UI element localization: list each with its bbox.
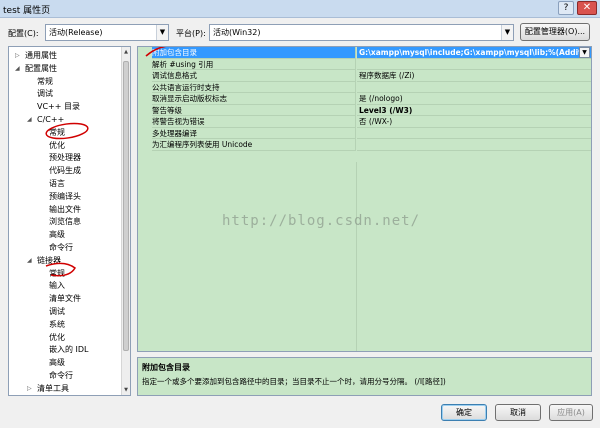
tree-item-label: 清单文件 (49, 294, 81, 304)
description-text: 指定一个或多个要添加到包含路径中的目录；当目录不止一个时，请用分号分隔。 (/I… (142, 377, 446, 386)
tree-item-label: 链接器 (37, 255, 61, 265)
tree-item-label: 嵌入的 IDL (49, 345, 89, 355)
config-manager-button[interactable]: 配置管理器(O)... (520, 23, 590, 41)
ok-button[interactable]: 确定 (441, 404, 487, 421)
property-value[interactable]: 否 (/WX-) (357, 116, 591, 128)
property-name: 取消显示启动版权标志 (152, 93, 356, 105)
property-value[interactable] (357, 139, 591, 151)
property-value[interactable] (357, 128, 591, 139)
property-value[interactable]: 程序数据库 (/Zi) (357, 70, 591, 82)
config-dropdown[interactable]: 活动(Release) ▼ (45, 24, 169, 41)
scroll-up-icon[interactable]: ▲ (122, 47, 130, 57)
tree-item-label: 语言 (49, 179, 65, 188)
tree-item-label: 代码生成 (49, 166, 81, 176)
close-button[interactable]: ✕ (577, 1, 597, 15)
platform-dropdown[interactable]: 活动(Win32) ▼ (209, 24, 514, 41)
property-value[interactable]: Level3 (/W3) (357, 105, 591, 116)
property-row[interactable]: 公共语言运行时支持 (138, 81, 591, 93)
property-value[interactable]: G:\xampp\mysql\include;G:\xampp\mysql\li… (357, 47, 591, 59)
tree-item-label: 调试 (37, 89, 53, 99)
tree-toggle-icon[interactable]: ▷ (27, 382, 35, 395)
platform-value: 活动(Win32) (213, 28, 261, 37)
property-name: 将警告视为错误 (152, 116, 356, 128)
tree-toggle-icon[interactable]: ◢ (27, 113, 35, 126)
chevron-down-icon: ▼ (156, 25, 168, 40)
property-row[interactable]: 警告等级 Level3 (/W3) (138, 104, 591, 116)
platform-label: 平台(P): (176, 29, 206, 38)
tree-item-label: VC++ 目录 (37, 102, 81, 112)
tree-item-label: 通用属性 (25, 51, 57, 60)
tree-item-label: 配置属性 (25, 63, 57, 73)
property-value[interactable] (357, 82, 591, 93)
tree-item-label: 清单工具 (37, 383, 69, 393)
property-value[interactable] (357, 59, 591, 70)
tree-item-label: 常规 (49, 127, 65, 137)
window-title: test 属性页 (3, 6, 51, 16)
description-title: 附加包含目录 (142, 363, 190, 372)
property-row[interactable]: 多处理器编译 (138, 127, 591, 139)
tree-item-label: 预编译头 (49, 191, 81, 201)
config-label: 配置(C): (8, 29, 39, 38)
property-name: 调试信息格式 (152, 70, 356, 82)
property-value[interactable]: 是 (/nologo) (357, 93, 591, 105)
property-name: 警告等级 (152, 104, 356, 116)
description-panel: 附加包含目录 指定一个或多个要添加到包含路径中的目录；当目录不止一个时，请用分号… (137, 357, 592, 396)
property-name: 公共语言运行时支持 (152, 81, 356, 93)
tree-item-label: 输出文件 (49, 204, 81, 214)
config-value: 活动(Release) (49, 28, 103, 37)
tree-item-label: 优化 (49, 332, 65, 342)
tree-item-label: 调试 (49, 307, 65, 316)
tree-item-label: 输入 (49, 281, 65, 291)
tree-item-label: 命令行 (49, 371, 73, 380)
property-row[interactable]: 为汇编程序列表使用 Unicode (138, 139, 591, 151)
tree-item-label: 系统 (49, 319, 65, 329)
scroll-down-icon[interactable]: ▼ (122, 385, 130, 395)
title-bar: test 属性页 ? ✕ (0, 0, 600, 18)
tree-item-label: 高级 (49, 230, 65, 240)
tree-item-label: 命令行 (49, 243, 73, 252)
watermark: http://blog.csdn.net/ (222, 213, 421, 229)
cancel-button[interactable]: 取消 (495, 404, 541, 421)
tree-scrollbar[interactable]: ▲ ▼ (121, 47, 130, 395)
property-row[interactable]: 取消显示启动版权标志是 (/nologo) (138, 93, 591, 105)
property-tree: ▷ 通用属性 ◢ 配置属性 常规 调试 VC++ 目录 ◢ C/C++ 常规 优化 预处理器 代码生成语… (8, 46, 131, 396)
dialog-footer: 确定 取消 应用(A) (0, 396, 600, 428)
property-name: 附加包含目录 (152, 47, 356, 59)
tree-item-label: C/C++ (37, 115, 65, 124)
config-toolbar: 配置(C): 活动(Release) ▼ 平台(P): 活动(Win32) ▼ … (0, 18, 600, 46)
tree-item-label: 预处理器 (49, 153, 81, 163)
tree-item-label: 高级 (49, 358, 65, 368)
column-divider (356, 162, 357, 351)
property-row[interactable]: 将警告视为错误否 (/WX-) (138, 116, 591, 128)
apply-button[interactable]: 应用(A) (549, 404, 593, 421)
property-name: 解析 #using 引用 (152, 58, 356, 70)
tree-toggle-icon[interactable]: ◢ (27, 254, 35, 267)
tree-toggle-icon[interactable]: ◢ (15, 62, 23, 75)
property-name: 为汇编程序列表使用 Unicode (152, 139, 356, 151)
tree-item-label: 常规 (37, 76, 53, 86)
tree-item-label: 优化 (49, 140, 65, 150)
property-name: 多处理器编译 (152, 127, 356, 139)
dropdown-arrow-icon[interactable]: ▼ (579, 47, 590, 58)
tree-item-label: 常规 (49, 268, 65, 278)
help-button[interactable]: ? (558, 1, 574, 15)
property-row[interactable]: 解析 #using 引用 (138, 58, 591, 70)
property-row[interactable]: 调试信息格式 程序数据库 (/Zi) (138, 70, 591, 82)
property-row[interactable]: 附加包含目录 G:\xampp\mysql\include;G:\xampp\my… (138, 47, 591, 59)
chevron-down-icon: ▼ (501, 25, 513, 40)
tree-toggle-icon[interactable]: ▷ (15, 49, 23, 62)
property-grid: 附加包含目录 G:\xampp\mysql\include;G:\xampp\my… (137, 46, 592, 352)
scroll-thumb[interactable] (123, 61, 129, 351)
tree-item-label: 浏览信息 (49, 217, 81, 227)
